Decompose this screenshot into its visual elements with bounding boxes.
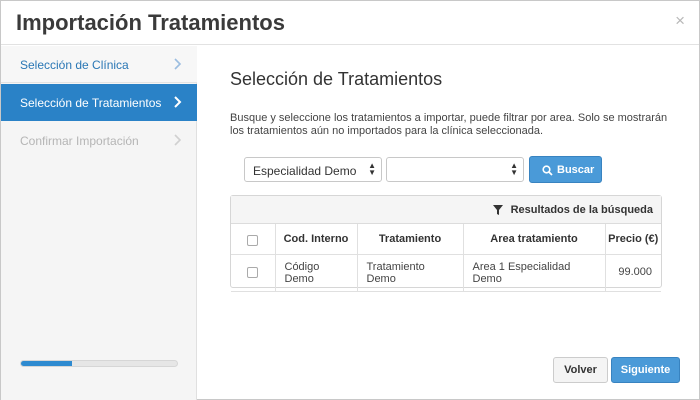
search-icon (542, 165, 553, 176)
step-label: Selección de Tratamientos (20, 96, 162, 110)
filter-icon (493, 205, 503, 215)
results-header-label: Resultados de la búsqueda (510, 204, 653, 216)
column-header-code: Cod. Interno (275, 224, 358, 255)
main-content: Selección de Tratamientos Busque y selec… (198, 46, 699, 400)
progress-fill (21, 361, 73, 366)
cell-price: 99.000 (605, 254, 661, 292)
step-label: Selección de Clínica (20, 58, 129, 72)
next-button[interactable]: Siguiente (611, 357, 680, 383)
step-treatment-selection[interactable]: Selección de Tratamientos (1, 84, 197, 121)
search-button-label: Buscar (557, 164, 595, 176)
modal-header: Importación Tratamientos × (1, 1, 699, 45)
select-all-checkbox[interactable] (247, 235, 259, 246)
results-header: Resultados de la búsqueda (231, 196, 661, 224)
column-header-area: Area tratamiento (463, 224, 606, 255)
cell-code: Código Demo (275, 254, 358, 292)
chevron-right-icon (174, 58, 182, 70)
section-title: Selección de Tratamientos (230, 69, 443, 89)
table-row[interactable]: Código Demo Tratamiento Demo Area 1 Espe… (231, 254, 661, 292)
step-confirm-import: Confirmar Importación (1, 122, 197, 159)
wizard-progress-bar (20, 360, 178, 367)
close-icon[interactable]: × (675, 11, 685, 31)
column-header-treatment: Tratamiento (357, 224, 464, 255)
select-arrows-icon: ▲ ▼ (510, 161, 518, 177)
wizard-sidebar: Selección de Clínica Selección de Tratam… (1, 46, 197, 400)
step-label: Confirmar Importación (20, 134, 139, 148)
step-clinic-selection[interactable]: Selección de Clínica (1, 46, 197, 83)
select-all-cell (231, 224, 276, 255)
search-button[interactable]: Buscar (529, 156, 602, 183)
column-header-price: Precio (€) (605, 224, 661, 255)
specialty-select-value: Especialidad Demo (253, 164, 357, 178)
modal-title: Importación Tratamientos (16, 10, 285, 35)
results-table: Cod. Interno Tratamiento Area tratamient… (231, 224, 661, 292)
row-checkbox-cell (231, 254, 276, 292)
cell-treatment: Tratamiento Demo (357, 254, 464, 292)
chevron-right-icon (174, 96, 182, 108)
table-header-row: Cod. Interno Tratamiento Area tratamient… (231, 224, 661, 255)
import-modal: Importación Tratamientos × Selección de … (0, 0, 700, 400)
row-checkbox[interactable] (247, 266, 259, 278)
results-panel: Resultados de la búsqueda Cod. Interno T… (230, 195, 662, 292)
cell-area: Area 1 Especialidad Demo (463, 254, 606, 292)
section-description: Busque y seleccione los tratamientos a i… (230, 112, 668, 137)
select-arrows-icon: ▲ ▼ (368, 161, 376, 177)
chevron-right-icon (174, 134, 182, 146)
back-button[interactable]: Volver (553, 357, 608, 383)
specialty-select[interactable]: Especialidad Demo ▲ ▼ (244, 157, 382, 182)
area-select[interactable]: ▲ ▼ (386, 157, 524, 182)
